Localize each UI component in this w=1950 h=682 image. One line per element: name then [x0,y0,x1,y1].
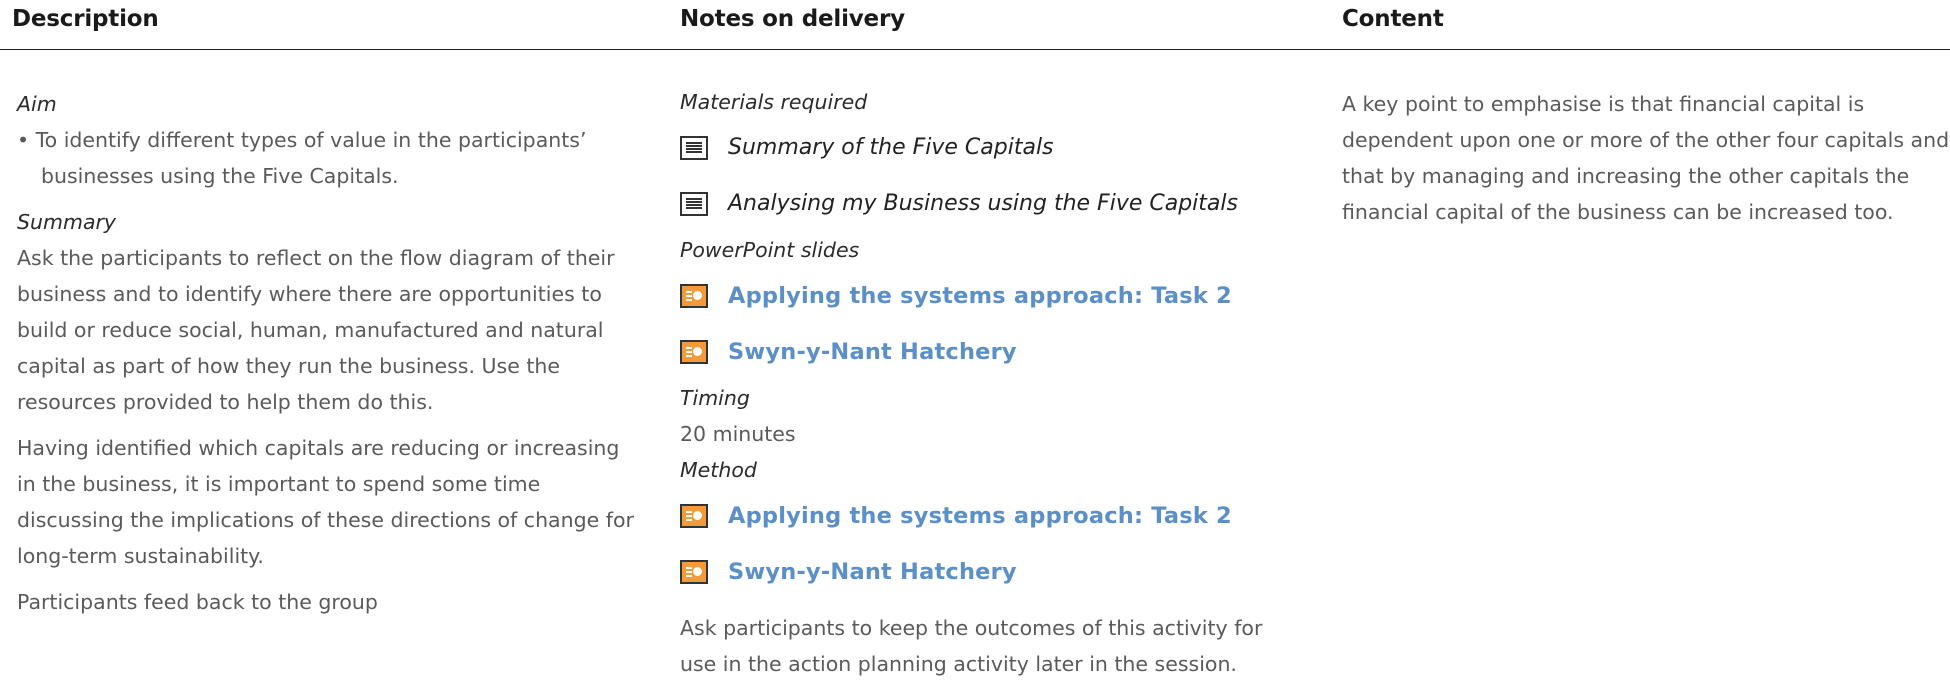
materials-heading: Materials required [680,90,868,114]
slide-link[interactable]: Applying the systems approach: Task 2 [728,278,1232,314]
method-slide-link[interactable]: Applying the systems approach: Task 2 [728,498,1232,534]
slide-link-item[interactable]: Applying the systems approach: Task 2 [680,268,1280,324]
powerpoint-icon [680,504,708,528]
timing-value: 20 minutes [680,422,796,446]
description-column: Aim • To identify different types of val… [17,86,637,620]
method-slide-link-item[interactable]: Swyn-y-Nant Hatchery [680,544,1280,600]
material-label: Analysing my Business using the Five Cap… [728,191,1238,216]
method-heading: Method [680,458,757,482]
summary-paragraph-2: Having identified which capitals are red… [17,436,634,568]
slides-heading: PowerPoint slides [680,238,860,262]
material-item[interactable]: Analysing my Business using the Five Cap… [680,176,1280,232]
header-divider [0,49,1950,50]
slide-link[interactable]: Swyn-y-Nant Hatchery [728,334,1017,370]
document-icon [680,136,708,160]
powerpoint-icon [680,560,708,584]
slide-link-item[interactable]: Swyn-y-Nant Hatchery [680,324,1280,380]
header-content: Content [1342,6,1444,32]
header-notes-on-delivery: Notes on delivery [680,6,905,32]
document-icon [680,192,708,216]
summary-heading: Summary [17,210,117,234]
powerpoint-icon [680,284,708,308]
summary-paragraph-1: Ask the participants to reflect on the f… [17,246,615,414]
header-description: Description [12,6,159,32]
content-text: A key point to emphasise is that financi… [1342,92,1950,224]
timing-heading: Timing [680,386,750,410]
summary-paragraph-3: Participants feed back to the group [17,590,378,614]
material-item[interactable]: Summary of the Five Capitals [680,120,1280,176]
content-column: A key point to emphasise is that financi… [1342,86,1950,230]
aim-bullet: • To identify different types of value i… [17,128,587,188]
aim-heading: Aim [17,92,57,116]
closing-note: Ask participants to keep the outcomes of… [680,616,1263,676]
notes-column: Materials required Summary of the Five C… [680,84,1280,682]
material-label: Summary of the Five Capitals [728,135,1054,160]
method-slide-link-item[interactable]: Applying the systems approach: Task 2 [680,488,1280,544]
method-slide-link[interactable]: Swyn-y-Nant Hatchery [728,554,1017,590]
powerpoint-icon [680,340,708,364]
